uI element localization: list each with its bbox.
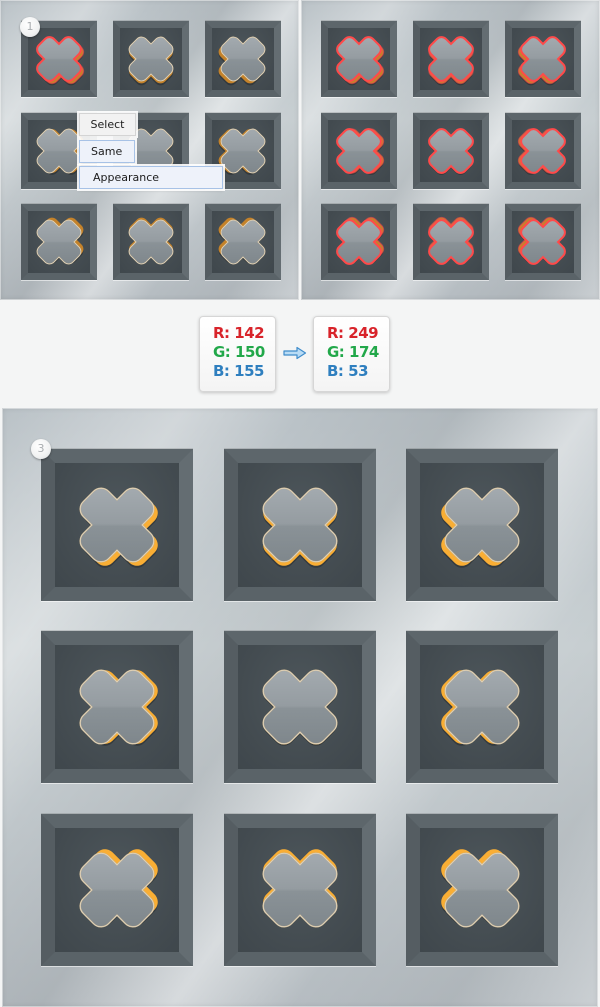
x-button-icon[interactable] <box>406 814 558 966</box>
grid-cell <box>406 449 558 601</box>
step-badge: 3 <box>31 439 51 459</box>
x-button-icon[interactable] <box>205 204 281 280</box>
grid-cell <box>413 204 489 280</box>
green-value: G: 150 <box>213 343 265 361</box>
x-face <box>262 487 338 563</box>
grid-cell <box>406 631 558 783</box>
x-face <box>79 669 155 745</box>
green-value: G: 174 <box>327 343 379 361</box>
menu-item-appearance[interactable]: Appearance <box>79 166 223 189</box>
grid-cell <box>413 21 489 97</box>
x-button-icon[interactable] <box>21 204 97 280</box>
grid-cell <box>505 21 581 97</box>
x-button-icon[interactable] <box>205 21 281 97</box>
x-button-icon[interactable] <box>41 631 193 783</box>
x-face <box>444 669 520 745</box>
red-value: R: 142 <box>213 324 265 342</box>
x-button-icon[interactable] <box>41 814 193 966</box>
grid-cell <box>406 814 558 966</box>
step-badge: 1 <box>20 17 40 37</box>
x-button-icon[interactable] <box>406 631 558 783</box>
step-2-panel: 2 <box>301 0 600 300</box>
menu-item-select[interactable]: Select <box>79 113 136 136</box>
grid-cell <box>505 204 581 280</box>
x-button-icon[interactable] <box>321 204 397 280</box>
x-face <box>444 487 520 563</box>
color-before-box: R: 142 G: 150 B: 155 <box>199 316 276 392</box>
menu-item-same[interactable]: Same <box>79 140 135 163</box>
x-button-icon[interactable] <box>505 21 581 97</box>
step-1-panel: 1 <box>0 0 299 300</box>
x-button-icon[interactable] <box>406 449 558 601</box>
x-face <box>262 669 338 745</box>
grid-cell <box>41 814 193 966</box>
x-face <box>444 852 520 928</box>
grid-cell <box>205 21 281 97</box>
grid-cell <box>224 814 376 966</box>
grid-cell <box>41 449 193 601</box>
grid-cell <box>505 113 581 189</box>
x-button-icon[interactable] <box>113 204 189 280</box>
grid-cell <box>224 449 376 601</box>
grid-cell <box>113 21 189 97</box>
x-button-icon[interactable] <box>321 113 397 189</box>
x-button-icon[interactable] <box>505 204 581 280</box>
arrow-right-icon <box>283 346 307 360</box>
x-button-icon[interactable] <box>321 21 397 97</box>
x-face <box>262 852 338 928</box>
grid-cell <box>21 204 97 280</box>
x-button-icon[interactable] <box>413 204 489 280</box>
x-button-icon[interactable] <box>224 631 376 783</box>
blue-value: B: 53 <box>327 362 369 380</box>
x-face <box>79 852 155 928</box>
x-button-icon[interactable] <box>505 113 581 189</box>
color-after-box: R: 249 G: 174 B: 53 <box>313 316 390 392</box>
x-button-icon[interactable] <box>224 814 376 966</box>
grid-cell <box>113 204 189 280</box>
grid-cell <box>205 204 281 280</box>
red-value: R: 249 <box>327 324 379 342</box>
x-button-icon[interactable] <box>413 113 489 189</box>
grid-cell <box>224 631 376 783</box>
grid-cell <box>321 113 397 189</box>
grid-cell <box>413 113 489 189</box>
step-3-panel: 3 <box>2 408 598 1007</box>
grid-cell <box>321 204 397 280</box>
grid-cell <box>41 631 193 783</box>
x-face <box>79 487 155 563</box>
grid-cell <box>321 21 397 97</box>
x-button-icon[interactable] <box>413 21 489 97</box>
blue-value: B: 155 <box>213 362 264 380</box>
x-button-icon[interactable] <box>224 449 376 601</box>
x-button-icon[interactable] <box>113 21 189 97</box>
x-button-icon[interactable] <box>41 449 193 601</box>
